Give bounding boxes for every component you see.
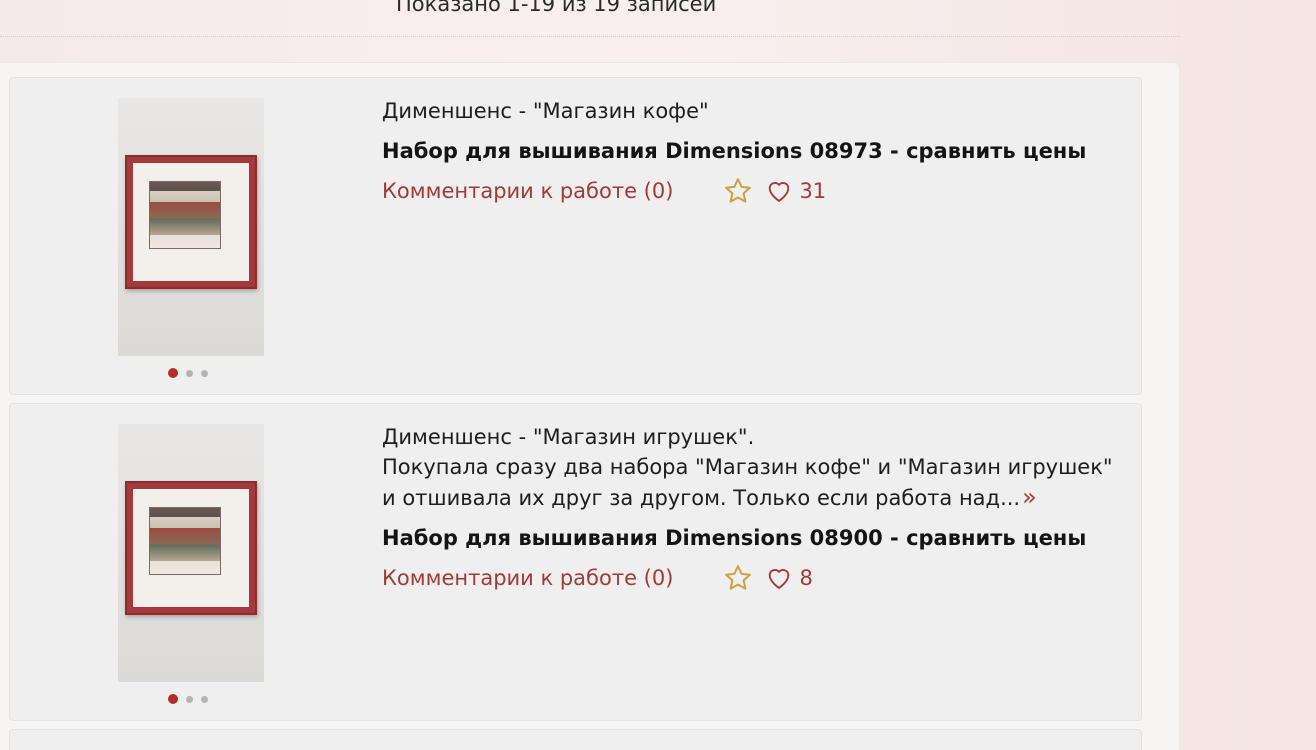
likes-count: 8 [799,566,813,590]
carousel-dot[interactable] [201,695,208,703]
divider [0,36,1180,37]
heart-icon[interactable] [765,564,793,592]
work-meta: Комментарии к работе (0) 8 [382,563,1122,593]
description-text: Покупала сразу два набора "Магазин кофе"… [382,455,1113,510]
work-title[interactable]: Дименшенс - "Магазин кофе" [382,96,1122,126]
heart-icon[interactable] [765,177,793,205]
work-content: Дименшенс - "Магазин кофе" Набор для выш… [382,96,1122,206]
results-summary: Показано 1-19 из 19 записей [396,0,717,16]
star-icon[interactable] [723,563,753,593]
embroidery-image [149,507,221,575]
framed-embroidery [125,155,257,289]
photo-carousel-dots [168,368,208,378]
work-card: Дименшенс - "Магазин кофе" Набор для выш… [9,77,1142,395]
work-content: Дименшенс - "Магазин игрушек". Покупала … [382,422,1122,593]
framed-embroidery [125,481,257,615]
embroidery-image [149,181,221,249]
carousel-dot[interactable] [168,368,178,378]
work-card: Дименшенс - "Магазин игрушек". Покупала … [9,403,1142,721]
carousel-dot[interactable] [186,369,193,377]
work-description: Покупала сразу два набора "Магазин кофе"… [382,452,1122,513]
carousel-dot[interactable] [201,369,208,377]
work-title[interactable]: Дименшенс - "Магазин игрушек". [382,422,1122,452]
carousel-dot[interactable] [168,694,178,704]
star-icon[interactable] [723,176,753,206]
page: Показано 1-19 из 19 записей Дименшенс - … [0,0,1316,750]
work-card [9,729,1142,750]
work-photo[interactable] [118,424,264,682]
comments-link[interactable]: Комментарии к работе (0) [382,566,673,590]
double-chevron-right-icon[interactable]: » [1022,483,1037,511]
carousel-dot[interactable] [186,695,193,703]
photo-carousel-dots [168,694,208,704]
comments-link[interactable]: Комментарии к работе (0) [382,179,673,203]
likes-count: 31 [799,179,827,203]
work-photo[interactable] [118,98,264,356]
work-meta: Комментарии к работе (0) 31 [382,176,1122,206]
product-link[interactable]: Набор для вышивания Dimensions 08900 - с… [382,523,1122,553]
product-link[interactable]: Набор для вышивания Dimensions 08973 - с… [382,136,1122,166]
